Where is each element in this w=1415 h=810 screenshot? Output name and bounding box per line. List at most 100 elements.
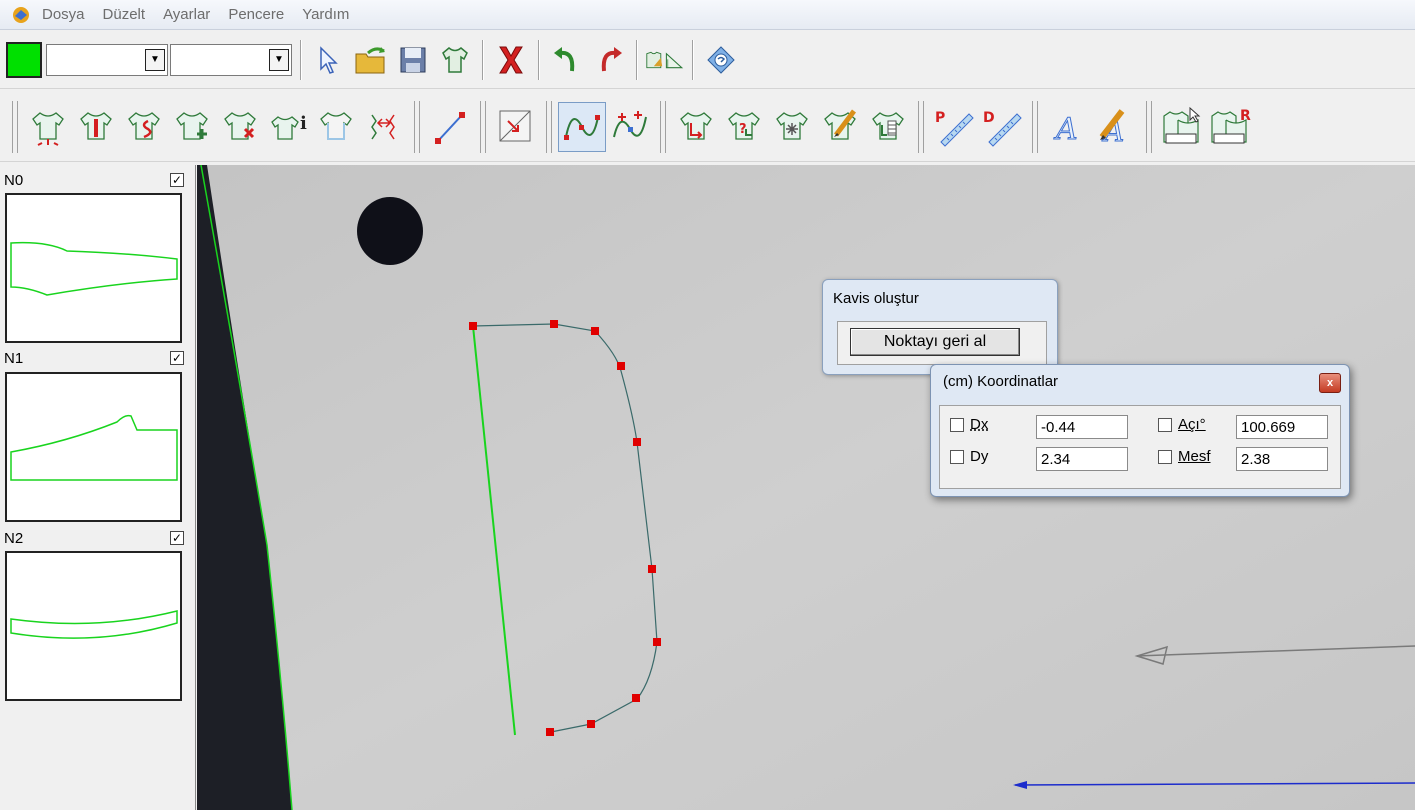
- save-button[interactable]: [392, 39, 434, 81]
- text-button[interactable]: A: [1044, 102, 1092, 152]
- piece-split-icon: [80, 111, 112, 140]
- menu-dosya[interactable]: Dosya: [42, 6, 85, 23]
- measure-tool-button[interactable]: [644, 39, 686, 81]
- piece-curve-icon: [128, 111, 160, 140]
- close-icon[interactable]: x: [1319, 373, 1341, 393]
- piece-add-icon: [176, 111, 208, 140]
- piece-checkbox-n2[interactable]: ✓: [170, 531, 184, 545]
- piece-thumbnail-n1[interactable]: [5, 372, 182, 522]
- notch-edit-button[interactable]: [816, 102, 864, 152]
- curve-point[interactable]: [648, 565, 656, 573]
- piece-split-button[interactable]: [72, 102, 120, 152]
- piece-delete-icon: [224, 111, 256, 140]
- curve-tool-button[interactable]: [558, 101, 606, 152]
- piece-checkbox-n0[interactable]: ✓: [170, 173, 184, 187]
- dialog-title: (cm) Koordinatlar: [943, 373, 1059, 390]
- combo-box-2[interactable]: ▼: [170, 43, 292, 76]
- dy-field[interactable]: 2.34: [1036, 447, 1128, 471]
- ruler-d-button[interactable]: D: [978, 102, 1026, 152]
- piece-shape-n2: [10, 610, 178, 639]
- coordinates-body: Dx -0.44 Dy 2.34 Açı° 100.669 Mesf 2.38: [939, 405, 1341, 489]
- mesf-row: Mesf: [1158, 448, 1211, 465]
- curve-icon: [564, 114, 600, 140]
- curve-point[interactable]: [617, 362, 625, 370]
- select-arrow-button[interactable]: [308, 39, 350, 81]
- line-tool-button[interactable]: [426, 102, 474, 152]
- notch-table-icon: [872, 111, 904, 140]
- dx-checkbox[interactable]: [950, 417, 964, 432]
- curve-point[interactable]: [632, 694, 640, 702]
- mesf-field[interactable]: 2.38: [1236, 447, 1328, 471]
- main-toolbar: ▼ ▼: [0, 31, 1415, 89]
- piece-info-button[interactable]: i: [264, 102, 312, 152]
- scale-icon: [499, 110, 531, 141]
- curve-point[interactable]: [633, 438, 641, 446]
- aci-field[interactable]: 100.669: [1236, 415, 1328, 439]
- dxdy-r-button[interactable]: R: [1206, 102, 1254, 152]
- piece-checkbox-n1[interactable]: ✓: [170, 351, 184, 365]
- svg-text:i: i: [300, 113, 307, 134]
- piece-curve-button[interactable]: [120, 102, 168, 152]
- notch-query-button[interactable]: ?: [720, 102, 768, 152]
- piece-thumbnail-n2[interactable]: [5, 551, 182, 701]
- piece-new-icon: [32, 111, 64, 146]
- notch-delete-icon: [776, 111, 808, 140]
- notch-delete-button[interactable]: [768, 102, 816, 152]
- piece-mirror-button[interactable]: [360, 102, 408, 152]
- piece-outline-button[interactable]: [312, 102, 360, 152]
- color-swatch[interactable]: [6, 41, 42, 78]
- piece-thumbnail-n0[interactable]: [5, 193, 182, 343]
- undo-point-button[interactable]: Noktayı geri al: [850, 328, 1020, 356]
- curve-points-button[interactable]: [606, 102, 654, 152]
- info-icon: [707, 45, 735, 74]
- info-button[interactable]: [700, 39, 742, 81]
- shirt-button[interactable]: [434, 39, 476, 81]
- piece-delete-button[interactable]: [216, 102, 264, 152]
- mesf-checkbox[interactable]: [1158, 449, 1172, 464]
- dy-checkbox[interactable]: [950, 449, 964, 464]
- open-folder-icon: [355, 46, 385, 73]
- open-button[interactable]: [350, 39, 392, 81]
- dx-label: Dx: [970, 416, 989, 433]
- redo-button[interactable]: [588, 39, 630, 81]
- toolbar-separator: [692, 39, 694, 80]
- delete-button[interactable]: [490, 39, 532, 81]
- piece-shape-n0: [10, 241, 178, 296]
- piece-add-button[interactable]: [168, 102, 216, 152]
- piece-mirror-icon: [371, 114, 395, 139]
- chevron-down-icon[interactable]: ▼: [145, 48, 165, 71]
- toolbar-separator: [12, 100, 18, 153]
- undo-button[interactable]: [546, 39, 588, 81]
- ruler-p-button[interactable]: P: [930, 102, 978, 152]
- mesf-label: Mesf: [1178, 448, 1211, 465]
- chevron-down-icon[interactable]: ▼: [269, 48, 289, 71]
- kavis-olustur-dialog: Kavis oluştur Noktayı geri al: [822, 279, 1058, 375]
- notch-button[interactable]: [672, 102, 720, 152]
- menu-duzelt[interactable]: Düzelt: [103, 6, 146, 23]
- dx-field[interactable]: -0.44: [1036, 415, 1128, 439]
- measure-icon: [646, 51, 684, 68]
- piece-header-n1: N1 ✓: [4, 347, 184, 369]
- text-edit-button[interactable]: A: [1092, 102, 1140, 152]
- curve-point[interactable]: [469, 322, 477, 330]
- dxdy-point-button[interactable]: [1158, 102, 1206, 152]
- piece-label: N2: [4, 529, 24, 547]
- curve-point[interactable]: [550, 320, 558, 328]
- line-icon: [435, 111, 465, 144]
- menu-ayarlar[interactable]: Ayarlar: [163, 6, 210, 23]
- menu-pencere[interactable]: Pencere: [228, 6, 284, 23]
- aci-checkbox[interactable]: [1158, 417, 1172, 432]
- menu-yardim[interactable]: Yardım: [302, 6, 349, 23]
- scale-tool-button[interactable]: [492, 102, 540, 152]
- dx-row: Dx: [950, 416, 988, 433]
- piece-new-button[interactable]: [24, 102, 72, 152]
- curve-point[interactable]: [546, 728, 554, 736]
- notch-query-icon: ?: [728, 111, 760, 140]
- redo-icon: [601, 46, 622, 71]
- curve-point[interactable]: [591, 327, 599, 335]
- toolbar-separator: [1146, 100, 1152, 153]
- combo-box-1[interactable]: ▼: [46, 43, 168, 76]
- curve-point[interactable]: [587, 720, 595, 728]
- notch-table-button[interactable]: [864, 102, 912, 152]
- curve-point[interactable]: [653, 638, 661, 646]
